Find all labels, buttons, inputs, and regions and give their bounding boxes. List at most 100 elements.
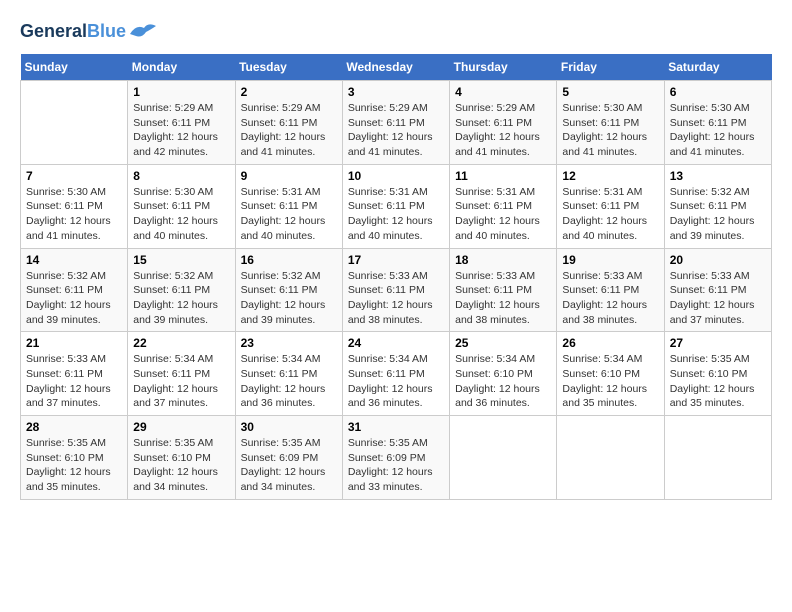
- day-info: Sunrise: 5:30 AMSunset: 6:11 PMDaylight:…: [26, 185, 122, 244]
- day-info: Sunrise: 5:35 AMSunset: 6:10 PMDaylight:…: [26, 436, 122, 495]
- calendar-cell: 10 Sunrise: 5:31 AMSunset: 6:11 PMDayligh…: [342, 164, 449, 248]
- calendar-cell: 23Sunrise: 5:34 AMSunset: 6:11 PMDayligh…: [235, 332, 342, 416]
- day-info: Sunrise: 5:33 AMSunset: 6:11 PMDaylight:…: [670, 269, 766, 328]
- calendar-cell: 22 Sunrise: 5:34 AMSunset: 6:11 PMDayligh…: [128, 332, 235, 416]
- day-number: 29: [133, 420, 229, 434]
- calendar-cell: 2Sunrise: 5:29 AMSunset: 6:11 PMDaylight…: [235, 81, 342, 165]
- day-info: Sunrise: 5:34 AMSunset: 6:10 PMDaylight:…: [455, 352, 551, 411]
- day-number: 31: [348, 420, 444, 434]
- day-number: 15: [133, 253, 229, 267]
- day-number: 20: [670, 253, 766, 267]
- calendar-cell: 12Sunrise: 5:31 AMSunset: 6:11 PMDayligh…: [557, 164, 664, 248]
- day-number: 26: [562, 336, 658, 350]
- day-info: Sunrise: 5:31 AMSunset: 6:11 PMDaylight:…: [348, 185, 444, 244]
- calendar-cell: [450, 416, 557, 500]
- logo: GeneralBlue: [20, 20, 158, 44]
- calendar-cell: 19Sunrise: 5:33 AMSunset: 6:11 PMDayligh…: [557, 248, 664, 332]
- calendar-header-row: SundayMondayTuesdayWednesdayThursdayFrid…: [21, 54, 772, 81]
- calendar-cell: 9 Sunrise: 5:31 AMSunset: 6:11 PMDaylight…: [235, 164, 342, 248]
- day-header-sunday: Sunday: [21, 54, 128, 81]
- calendar-cell: 28 Sunrise: 5:35 AMSunset: 6:10 PMDayligh…: [21, 416, 128, 500]
- calendar-cell: 17 Sunrise: 5:33 AMSunset: 6:11 PMDayligh…: [342, 248, 449, 332]
- day-info: Sunrise: 5:33 AMSunset: 6:11 PMDaylight:…: [26, 352, 122, 411]
- day-info: Sunrise: 5:30 AMSunset: 6:11 PMDaylight:…: [562, 101, 658, 160]
- page-header: GeneralBlue: [20, 20, 772, 44]
- calendar-cell: 30 Sunrise: 5:35 AMSunset: 6:09 PMDayligh…: [235, 416, 342, 500]
- day-number: 9: [241, 169, 337, 183]
- calendar-cell: 25 Sunrise: 5:34 AMSunset: 6:10 PMDayligh…: [450, 332, 557, 416]
- day-info: Sunrise: 5:33 AMSunset: 6:11 PMDaylight:…: [562, 269, 658, 328]
- day-number: 30: [241, 420, 337, 434]
- day-info: Sunrise: 5:32 AMSunset: 6:11 PMDaylight:…: [241, 269, 337, 328]
- day-number: 14: [26, 253, 122, 267]
- calendar-cell: [21, 81, 128, 165]
- day-header-tuesday: Tuesday: [235, 54, 342, 81]
- calendar-cell: 26 Sunrise: 5:34 AMSunset: 6:10 PMDayligh…: [557, 332, 664, 416]
- calendar-cell: 18 Sunrise: 5:33 AMSunset: 6:11 PMDayligh…: [450, 248, 557, 332]
- day-info: Sunrise: 5:32 AMSunset: 6:11 PMDaylight:…: [670, 185, 766, 244]
- calendar-cell: 24Sunrise: 5:34 AMSunset: 6:11 PMDayligh…: [342, 332, 449, 416]
- calendar-cell: 3Sunrise: 5:29 AMSunset: 6:11 PMDaylight…: [342, 81, 449, 165]
- calendar-cell: 13 Sunrise: 5:32 AMSunset: 6:11 PMDayligh…: [664, 164, 771, 248]
- day-info: Sunrise: 5:30 AMSunset: 6:11 PMDaylight:…: [133, 185, 229, 244]
- day-number: 27: [670, 336, 766, 350]
- day-number: 24: [348, 336, 444, 350]
- day-info: Sunrise: 5:35 AMSunset: 6:10 PMDaylight:…: [670, 352, 766, 411]
- day-info: Sunrise: 5:29 AMSunset: 6:11 PMDaylight:…: [133, 101, 229, 160]
- calendar-cell: 31 Sunrise: 5:35 AMSunset: 6:09 PMDayligh…: [342, 416, 449, 500]
- day-number: 6: [670, 85, 766, 99]
- day-info: Sunrise: 5:35 AMSunset: 6:10 PMDaylight:…: [133, 436, 229, 495]
- day-number: 21: [26, 336, 122, 350]
- calendar-cell: [557, 416, 664, 500]
- day-number: 11: [455, 169, 551, 183]
- day-info: Sunrise: 5:34 AMSunset: 6:11 PMDaylight:…: [133, 352, 229, 411]
- day-number: 10: [348, 169, 444, 183]
- calendar-week-row: 28 Sunrise: 5:35 AMSunset: 6:10 PMDayligh…: [21, 416, 772, 500]
- calendar-cell: 21 Sunrise: 5:33 AMSunset: 6:11 PMDayligh…: [21, 332, 128, 416]
- day-info: Sunrise: 5:30 AMSunset: 6:11 PMDaylight:…: [670, 101, 766, 160]
- day-info: Sunrise: 5:29 AMSunset: 6:11 PMDaylight:…: [455, 101, 551, 160]
- calendar-cell: [664, 416, 771, 500]
- calendar-cell: 16 Sunrise: 5:32 AMSunset: 6:11 PMDayligh…: [235, 248, 342, 332]
- day-number: 28: [26, 420, 122, 434]
- calendar-cell: 4Sunrise: 5:29 AMSunset: 6:11 PMDaylight…: [450, 81, 557, 165]
- logo-text: GeneralBlue: [20, 22, 126, 42]
- day-info: Sunrise: 5:32 AMSunset: 6:11 PMDaylight:…: [133, 269, 229, 328]
- day-number: 18: [455, 253, 551, 267]
- calendar-cell: 29 Sunrise: 5:35 AMSunset: 6:10 PMDayligh…: [128, 416, 235, 500]
- day-number: 7: [26, 169, 122, 183]
- day-number: 13: [670, 169, 766, 183]
- calendar-cell: 11 Sunrise: 5:31 AMSunset: 6:11 PMDayligh…: [450, 164, 557, 248]
- day-info: Sunrise: 5:31 AMSunset: 6:11 PMDaylight:…: [455, 185, 551, 244]
- day-number: 25: [455, 336, 551, 350]
- calendar-week-row: 7 Sunrise: 5:30 AMSunset: 6:11 PMDaylight…: [21, 164, 772, 248]
- day-header-monday: Monday: [128, 54, 235, 81]
- day-number: 2: [241, 85, 337, 99]
- calendar-cell: 5Sunrise: 5:30 AMSunset: 6:11 PMDaylight…: [557, 81, 664, 165]
- day-header-friday: Friday: [557, 54, 664, 81]
- logo-bird-icon: [128, 20, 158, 44]
- day-number: 3: [348, 85, 444, 99]
- calendar-week-row: 1Sunrise: 5:29 AMSunset: 6:11 PMDaylight…: [21, 81, 772, 165]
- calendar-week-row: 14 Sunrise: 5:32 AMSunset: 6:11 PMDayligh…: [21, 248, 772, 332]
- day-header-thursday: Thursday: [450, 54, 557, 81]
- day-info: Sunrise: 5:32 AMSunset: 6:11 PMDaylight:…: [26, 269, 122, 328]
- calendar-week-row: 21 Sunrise: 5:33 AMSunset: 6:11 PMDayligh…: [21, 332, 772, 416]
- day-number: 8: [133, 169, 229, 183]
- day-info: Sunrise: 5:31 AMSunset: 6:11 PMDaylight:…: [241, 185, 337, 244]
- calendar-cell: 20 Sunrise: 5:33 AMSunset: 6:11 PMDayligh…: [664, 248, 771, 332]
- day-info: Sunrise: 5:33 AMSunset: 6:11 PMDaylight:…: [455, 269, 551, 328]
- day-info: Sunrise: 5:34 AMSunset: 6:10 PMDaylight:…: [562, 352, 658, 411]
- day-info: Sunrise: 5:35 AMSunset: 6:09 PMDaylight:…: [241, 436, 337, 495]
- day-number: 16: [241, 253, 337, 267]
- day-info: Sunrise: 5:35 AMSunset: 6:09 PMDaylight:…: [348, 436, 444, 495]
- calendar-cell: 1Sunrise: 5:29 AMSunset: 6:11 PMDaylight…: [128, 81, 235, 165]
- day-number: 22: [133, 336, 229, 350]
- calendar-table: SundayMondayTuesdayWednesdayThursdayFrid…: [20, 54, 772, 500]
- day-info: Sunrise: 5:33 AMSunset: 6:11 PMDaylight:…: [348, 269, 444, 328]
- day-number: 17: [348, 253, 444, 267]
- calendar-cell: 8 Sunrise: 5:30 AMSunset: 6:11 PMDaylight…: [128, 164, 235, 248]
- day-header-wednesday: Wednesday: [342, 54, 449, 81]
- day-header-saturday: Saturday: [664, 54, 771, 81]
- day-info: Sunrise: 5:31 AMSunset: 6:11 PMDaylight:…: [562, 185, 658, 244]
